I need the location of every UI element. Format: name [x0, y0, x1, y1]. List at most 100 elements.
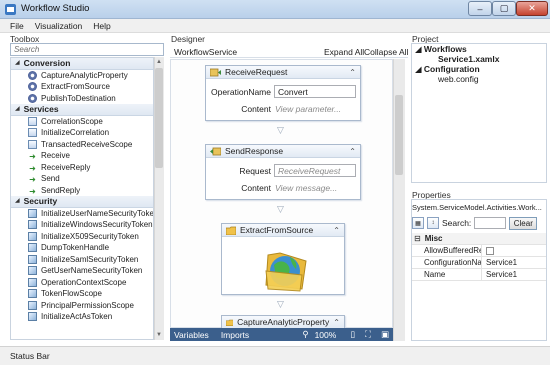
- workflow-name[interactable]: WorkflowService: [174, 47, 237, 57]
- collapse-icon[interactable]: ⌃: [333, 318, 340, 327]
- content-label: Content: [241, 183, 271, 193]
- property-value[interactable]: Service1: [482, 258, 517, 267]
- maximize-button[interactable]: ▢: [492, 1, 516, 16]
- view-message-link[interactable]: View message...: [275, 183, 337, 193]
- toolbox-scroll-thumb[interactable]: [155, 68, 163, 168]
- toolbox-item-label: InitializeUserNameSecurityToken: [41, 208, 154, 218]
- toolbox-category[interactable]: ◢ Security: [11, 196, 153, 208]
- toolbox-category[interactable]: ◢ Services: [11, 104, 153, 116]
- app-icon: [5, 4, 16, 15]
- categorized-icon[interactable]: ▦: [412, 217, 424, 229]
- collapse-arrow-icon[interactable]: ◢: [415, 64, 422, 74]
- flow-arrow-icon: ▽: [277, 299, 284, 309]
- scroll-down-icon[interactable]: ▼: [156, 332, 162, 338]
- toolbox-item[interactable]: InitializeActAsToken: [11, 311, 153, 323]
- overview-icon[interactable]: ⛶: [365, 329, 371, 340]
- toolbox-item[interactable]: ExtractFromSource: [11, 81, 153, 93]
- toolbox-item[interactable]: PrincipalPermissionScope: [11, 300, 153, 312]
- toolbox-search-input[interactable]: Search: [10, 43, 164, 56]
- designer-canvas[interactable]: ReceiveRequest ⌃ OperationName Convert C…: [170, 59, 393, 333]
- operation-name-input[interactable]: Convert: [274, 85, 356, 98]
- toolbox-item[interactable]: ➜ Send: [11, 173, 153, 185]
- toolbox-category[interactable]: ◢ Conversion: [11, 58, 153, 70]
- toolbox-item[interactable]: CorrelationScope: [11, 116, 153, 128]
- tree-node-service1[interactable]: Service1.xamlx: [438, 54, 499, 64]
- toolbox-item[interactable]: DumpTokenHandle: [11, 242, 153, 254]
- properties-search-input[interactable]: [474, 217, 507, 229]
- scroll-up-icon[interactable]: ▲: [156, 59, 162, 65]
- activity-title: ExtractFromSource: [240, 225, 314, 235]
- collapse-box-icon[interactable]: ⊟: [412, 234, 421, 243]
- property-row[interactable]: ConfigurationNameService1: [412, 257, 546, 269]
- collapse-arrow-icon[interactable]: ◢: [15, 104, 20, 116]
- sort-alphabetical-icon[interactable]: ↕: [427, 217, 439, 229]
- request-input[interactable]: ReceiveRequest: [274, 164, 356, 177]
- collapse-arrow-icon[interactable]: ◢: [15, 196, 20, 208]
- imports-tab[interactable]: Imports: [221, 330, 249, 340]
- status-bar: Status Bar: [0, 346, 550, 365]
- allow-buffered-checkbox[interactable]: [486, 246, 494, 255]
- mini-map-icon[interactable]: ▣: [381, 329, 389, 340]
- collapse-arrow-icon[interactable]: ◢: [415, 44, 422, 54]
- designer-bottom-bar: Variables Imports ⚲ 100% ▯ ⛶ ▣: [170, 328, 393, 341]
- close-button[interactable]: ✕: [516, 1, 548, 16]
- toolbox-item[interactable]: PublishToDestination: [11, 93, 153, 105]
- fit-to-screen-icon[interactable]: ▯: [350, 329, 355, 340]
- toolbox-item[interactable]: InitializeUserNameSecurityToken: [11, 208, 153, 220]
- activity-icon: [28, 93, 37, 103]
- activity-receive-request[interactable]: ReceiveRequest ⌃ OperationName Convert C…: [205, 65, 361, 121]
- security-token-icon: [28, 312, 37, 322]
- toolbox-item-label: InitializeCorrelation: [41, 128, 110, 137]
- flow-arrow-icon: ▽: [277, 125, 284, 135]
- activity-header[interactable]: ExtractFromSource ⌃: [222, 224, 344, 237]
- menu-visualization[interactable]: Visualization: [35, 21, 83, 31]
- toolbox-item[interactable]: InitializeCorrelation: [11, 127, 153, 139]
- toolbox-item[interactable]: ➜ SendReply: [11, 185, 153, 197]
- toolbox-item[interactable]: CaptureAnalyticProperty: [11, 70, 153, 82]
- property-row[interactable]: Name Service1: [412, 269, 546, 281]
- expand-all-button[interactable]: Expand All: [324, 47, 364, 57]
- toolbox-item-label: CorrelationScope: [41, 116, 103, 126]
- send-icon: [210, 147, 221, 155]
- toolbox-item[interactable]: TransactedReceiveScope: [11, 139, 153, 151]
- toolbox-item-label: InitializeSamlSecurityToken: [41, 254, 139, 264]
- security-token-icon: [28, 231, 37, 241]
- collapse-icon[interactable]: ⌃: [333, 226, 340, 235]
- toolbox-item-label: PublishToDestination: [41, 93, 116, 103]
- view-parameter-link[interactable]: View parameter...: [275, 104, 341, 114]
- activity-send-response[interactable]: SendResponse ⌃ Request ReceiveRequest Co…: [205, 144, 361, 200]
- zoom-icon[interactable]: ⚲: [302, 329, 308, 340]
- property-value[interactable]: Service1: [482, 270, 517, 279]
- variables-tab[interactable]: Variables: [174, 330, 209, 340]
- tree-node-web-config[interactable]: web.config: [438, 74, 479, 84]
- collapse-icon[interactable]: ⌃: [349, 147, 356, 156]
- toolbox-item[interactable]: GetUserNameSecurityToken: [11, 265, 153, 277]
- menu-help[interactable]: Help: [93, 21, 110, 31]
- toolbox-item[interactable]: OperationContextScope: [11, 277, 153, 289]
- toolbox-item[interactable]: InitializeSamlSecurityToken: [11, 254, 153, 266]
- security-token-icon: [28, 300, 37, 310]
- collapse-all-button[interactable]: Collapse All: [364, 47, 408, 57]
- toolbox-item[interactable]: TokenFlowScope: [11, 288, 153, 300]
- flow-arrow-icon: ▽: [277, 204, 284, 214]
- activity-extract-from-source[interactable]: ExtractFromSource ⌃: [221, 223, 345, 295]
- designer-scroll-thumb[interactable]: [395, 95, 403, 175]
- search-label: Search:: [442, 218, 472, 228]
- activity-header[interactable]: SendResponse ⌃: [206, 145, 360, 158]
- toolbox-item-label: OperationContextScope: [41, 277, 127, 287]
- menu-file[interactable]: File: [10, 21, 24, 31]
- activity-header[interactable]: ReceiveRequest ⌃: [206, 66, 360, 79]
- zoom-level[interactable]: 100%: [315, 330, 337, 340]
- clear-button[interactable]: Clear: [509, 216, 538, 230]
- security-token-icon: [28, 208, 37, 218]
- toolbox-item[interactable]: InitializeX509SecurityToken: [11, 231, 153, 243]
- collapse-icon[interactable]: ⌃: [349, 68, 356, 77]
- toolbox-item-label: InitializeX509SecurityToken: [41, 231, 139, 241]
- minimize-button[interactable]: –: [468, 1, 492, 16]
- toolbox-item[interactable]: ➜ Receive: [11, 150, 153, 162]
- category-misc[interactable]: ⊟ Misc: [412, 233, 546, 245]
- collapse-arrow-icon[interactable]: ◢: [15, 58, 20, 69]
- toolbox-item[interactable]: ➜ ReceiveReply: [11, 162, 153, 174]
- property-row[interactable]: AllowBufferedRec...: [412, 245, 546, 257]
- toolbox-item[interactable]: InitializeWindowsSecurityToken: [11, 219, 153, 231]
